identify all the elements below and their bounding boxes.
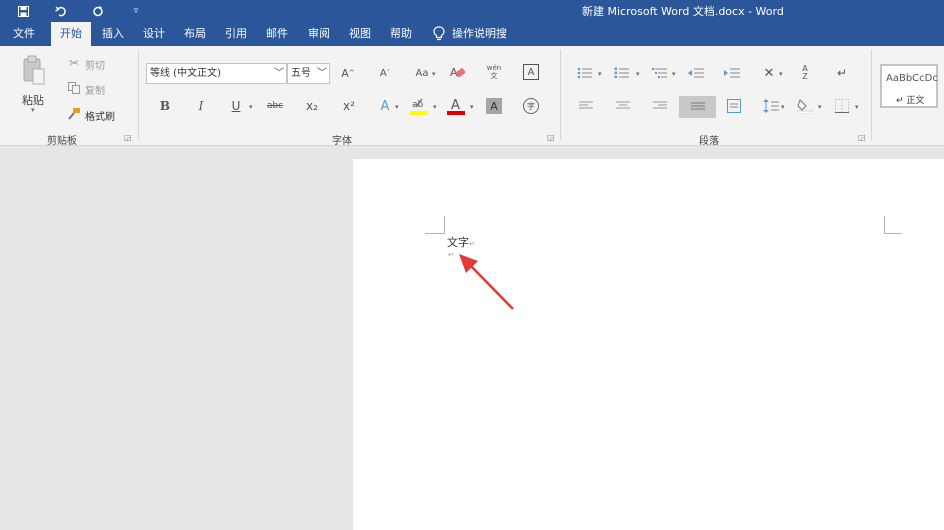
text-effects-icon[interactable]: A <box>377 97 393 115</box>
distributed-icon[interactable] <box>726 98 742 114</box>
phonetic-guide-button[interactable]: wén 文 <box>486 63 502 81</box>
group-divider <box>560 50 561 140</box>
clipboard-group-label: 剪贴板 <box>47 136 77 147</box>
grow-font-icon[interactable]: A ^ <box>340 65 356 81</box>
group-divider <box>138 50 139 140</box>
align-center-icon[interactable] <box>615 99 631 113</box>
subscript-button[interactable]: x₂ <box>304 97 320 115</box>
show-marks-icon[interactable]: ↵ <box>834 65 850 81</box>
lightbulb-icon <box>433 26 445 42</box>
document-canvas: 文字↵ ↵ <box>0 147 944 530</box>
font-group-label: 字体 <box>332 136 352 147</box>
decrease-indent-icon[interactable] <box>688 66 704 80</box>
highlight-dropdown-icon[interactable]: ▾ <box>433 103 437 111</box>
tell-me-search[interactable]: 操作说明搜索 <box>452 22 516 64</box>
bold-button[interactable]: B <box>157 97 173 115</box>
highlight-icon[interactable]: ab <box>410 96 428 116</box>
annotation-arrow <box>459 254 514 310</box>
group-divider <box>871 50 872 140</box>
tab-insert[interactable]: 插入 <box>95 22 131 46</box>
style-preview-text: AaBbCcDc <box>886 73 938 84</box>
bullets-dropdown-icon[interactable]: ▾ <box>598 70 602 78</box>
font-launcher-icon[interactable]: ◲ <box>547 133 555 142</box>
underline-dropdown-icon[interactable]: ▾ <box>249 103 253 111</box>
format-painter-icon[interactable] <box>67 107 81 121</box>
tab-design[interactable]: 设计 <box>136 22 172 46</box>
justify-icon[interactable] <box>679 96 716 118</box>
tab-mailings[interactable]: 邮件 <box>259 22 295 46</box>
asian-layout-dropdown-icon[interactable]: ▾ <box>779 70 783 78</box>
italic-button[interactable]: I <box>193 97 209 115</box>
tab-review[interactable]: 审阅 <box>300 22 338 46</box>
customize-qat-icon[interactable]: ▿ <box>127 2 145 20</box>
align-right-icon[interactable] <box>652 99 668 113</box>
numbering-icon[interactable] <box>613 66 631 80</box>
shrink-font-icon[interactable]: Aˇ <box>377 65 393 81</box>
change-case-button[interactable]: Aa <box>413 65 431 81</box>
character-border-icon[interactable]: A <box>523 64 539 80</box>
paste-dropdown-icon[interactable]: ▾ <box>31 106 35 114</box>
tab-view[interactable]: 视图 <box>342 22 378 46</box>
style-name-label: ↵ 正文 <box>896 96 925 106</box>
underline-button[interactable]: U <box>228 97 244 115</box>
tab-references[interactable]: 引用 <box>218 22 254 46</box>
strikethrough-button[interactable]: abc <box>265 98 285 114</box>
bullets-icon[interactable] <box>576 66 594 80</box>
font-color-dropdown-icon[interactable]: ▾ <box>470 103 474 111</box>
svg-text:A: A <box>451 98 460 113</box>
tab-home[interactable]: 开始 <box>51 22 91 46</box>
format-painter-button[interactable]: 格式刷 <box>85 108 115 123</box>
sort-icon[interactable]: AZ <box>797 65 813 81</box>
enclose-characters-icon[interactable]: 字 <box>523 98 539 114</box>
font-name-combobox[interactable]: 等线 (中文正文) ﹀ <box>146 63 287 84</box>
clipboard-launcher-icon[interactable]: ◲ <box>124 133 132 142</box>
shading-dropdown-icon[interactable]: ▾ <box>818 103 822 111</box>
redo-icon[interactable] <box>89 2 107 20</box>
numbering-dropdown-icon[interactable]: ▾ <box>636 70 640 78</box>
window-title: 新建 Microsoft Word 文档.docx - Word <box>582 5 784 18</box>
undo-icon[interactable] <box>52 2 70 20</box>
multilevel-list-icon[interactable] <box>651 66 669 80</box>
borders-dropdown-icon[interactable]: ▾ <box>855 103 859 111</box>
align-left-icon[interactable] <box>578 99 594 113</box>
title-bar: ▿ 新建 Microsoft Word 文档.docx - Word <box>0 0 944 22</box>
save-icon[interactable] <box>14 2 32 20</box>
copy-button[interactable]: 复制 <box>85 82 105 97</box>
copy-icon[interactable] <box>67 81 81 95</box>
ribbon-tab-bar: 文件 开始 插入 设计 布局 引用 邮件 审阅 视图 帮助 操作说明搜索 <box>0 22 944 64</box>
cut-icon[interactable]: ✂ <box>67 56 81 70</box>
chevron-down-icon[interactable]: ﹀ <box>317 64 327 83</box>
multilevel-list-dropdown-icon[interactable]: ▾ <box>672 70 676 78</box>
tab-layout[interactable]: 布局 <box>177 22 213 46</box>
tab-file[interactable]: 文件 <box>6 22 42 46</box>
cut-button[interactable]: 剪切 <box>85 57 105 72</box>
character-shading-icon[interactable]: A <box>486 98 502 114</box>
ribbon: 粘贴 ▾ ✂ 剪切 复制 格式刷 剪贴板 ◲ 等线 (中文正文) ﹀ 五号 ﹀ … <box>0 46 944 147</box>
paragraph-launcher-icon[interactable]: ◲ <box>858 133 866 142</box>
paragraph-group-label: 段落 <box>699 136 719 147</box>
shading-icon[interactable] <box>797 97 813 115</box>
superscript-button[interactable]: x² <box>341 97 357 115</box>
change-case-dropdown-icon[interactable]: ▾ <box>432 70 436 78</box>
font-size-combobox[interactable]: 五号 ﹀ <box>287 63 330 84</box>
line-spacing-dropdown-icon[interactable]: ▾ <box>781 103 785 111</box>
clear-formatting-icon[interactable]: A <box>450 64 466 80</box>
paste-icon[interactable] <box>18 54 50 88</box>
font-size-value: 五号 <box>291 68 311 79</box>
font-color-icon[interactable]: A <box>447 96 465 116</box>
increase-indent-icon[interactable] <box>724 66 740 80</box>
line-spacing-icon[interactable] <box>763 98 779 114</box>
font-name-value: 等线 (中文正文) <box>150 68 221 79</box>
chevron-down-icon[interactable]: ﹀ <box>274 64 284 83</box>
tab-help[interactable]: 帮助 <box>383 22 419 46</box>
style-normal[interactable]: AaBbCcDc ↵ 正文 <box>880 64 938 108</box>
borders-icon[interactable] <box>834 98 850 114</box>
text-effects-dropdown-icon[interactable]: ▾ <box>395 103 399 111</box>
asian-layout-icon[interactable]: ✕ <box>761 65 777 81</box>
